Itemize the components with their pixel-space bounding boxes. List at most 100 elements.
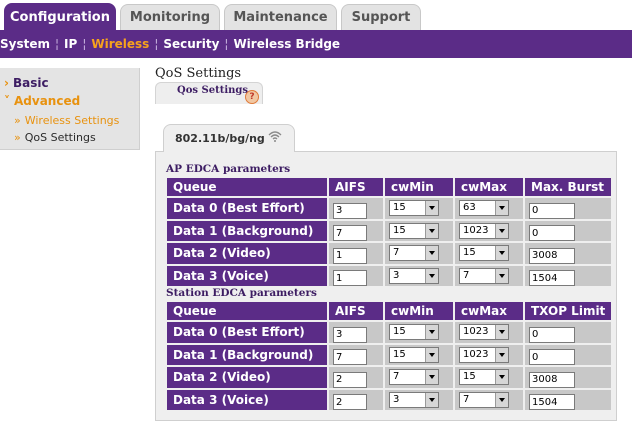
cwmax-select[interactable]: 63	[459, 200, 509, 217]
chevron-down-icon[interactable]	[495, 392, 508, 407]
tab-support[interactable]: Support	[341, 4, 421, 30]
cwmax-value: 7	[463, 393, 470, 405]
cwmax-select[interactable]: 7	[459, 391, 509, 408]
tab-monitoring[interactable]: Monitoring	[120, 4, 220, 30]
aifs-input[interactable]	[333, 394, 367, 410]
chevron-down-icon[interactable]	[495, 347, 508, 362]
aifs-input[interactable]	[333, 270, 367, 286]
aifs-cell	[329, 220, 383, 241]
sidebar-item-qos-settings[interactable]: » QoS Settings	[14, 131, 96, 144]
chevron-down-icon[interactable]	[425, 347, 438, 362]
txop-limit-input[interactable]	[529, 394, 575, 410]
aifs-input[interactable]	[333, 225, 367, 241]
max-burst-input[interactable]	[529, 225, 575, 241]
aifs-input[interactable]	[333, 371, 367, 388]
max-burst-input[interactable]	[529, 270, 575, 286]
cwmin-select[interactable]: 15	[389, 200, 439, 217]
cwmax-select[interactable]: 1023	[459, 324, 509, 341]
aifs-input[interactable]	[333, 247, 367, 264]
cwmin-value: 15	[393, 202, 406, 214]
cwmax-select[interactable]: 15	[459, 245, 509, 262]
sidebar-item-label: Basic	[12, 76, 49, 90]
cwmin-select[interactable]: 15	[389, 324, 439, 341]
chevron-down-icon[interactable]	[425, 268, 438, 283]
tab-maintenance[interactable]: Maintenance	[224, 4, 337, 30]
ap-edca-table: Queue AIFS cwMin cwMax Max. Burst Data 0…	[165, 176, 613, 288]
cwmin-select[interactable]: 3	[389, 391, 439, 408]
help-tab-label: Qos Settings	[177, 85, 249, 96]
aifs-input[interactable]	[333, 326, 367, 343]
table-row: Data 0 (Best Effort) 15 1023	[167, 322, 611, 343]
subnav-wireless-bridge[interactable]: Wireless Bridge	[233, 37, 340, 51]
aifs-input[interactable]	[333, 202, 367, 219]
cwmax-cell: 7	[455, 265, 523, 286]
wifi-icon	[268, 130, 282, 142]
queue-label: Data 1 (Background)	[167, 220, 327, 241]
help-tab[interactable]: Qos Settings ?	[155, 82, 263, 104]
table-row: Data 3 (Voice) 3 7	[167, 265, 611, 286]
chevron-down-icon[interactable]	[495, 223, 508, 238]
cwmin-cell: 3	[385, 389, 453, 410]
top-tab-bar: Configuration Monitoring Maintenance Sup…	[0, 0, 632, 31]
txop-limit-input[interactable]	[529, 349, 575, 365]
chevron-down-icon[interactable]	[425, 201, 438, 216]
cwmin-select[interactable]: 15	[389, 346, 439, 363]
cwmin-value: 7	[393, 371, 400, 383]
chevron-down-icon[interactable]	[425, 370, 438, 385]
cwmin-select[interactable]: 3	[389, 267, 439, 284]
header-txop-limit: TXOP Limit	[525, 302, 611, 320]
station-edca-label: Station EDCA parameters	[166, 287, 317, 299]
chevron-down-icon[interactable]	[495, 325, 508, 340]
aifs-cell	[329, 243, 383, 264]
cwmax-select[interactable]: 7	[459, 267, 509, 284]
aifs-cell	[329, 322, 383, 343]
aifs-cell	[329, 344, 383, 365]
tab-802-11b-bg-ng[interactable]: 802.11b/bg/ng	[163, 124, 295, 152]
subnav-ip[interactable]: IP	[64, 37, 77, 51]
cwmax-select[interactable]: 1023	[459, 346, 509, 363]
chevron-down-icon[interactable]	[495, 246, 508, 261]
chevron-down-icon[interactable]	[495, 268, 508, 283]
sidebar-item-advanced[interactable]: ˅ Advanced	[4, 94, 80, 108]
cwmin-cell: 15	[385, 322, 453, 343]
txop-limit-input[interactable]	[529, 326, 575, 343]
chevron-down-icon[interactable]	[425, 246, 438, 261]
aifs-input[interactable]	[333, 349, 367, 365]
subnav-wireless[interactable]: Wireless	[91, 37, 149, 51]
cwmax-cell: 1023	[455, 322, 523, 343]
txop-limit-cell	[525, 367, 611, 388]
table-header-row: Queue AIFS cwMin cwMax TXOP Limit	[167, 302, 611, 320]
subnav-separator: ¦	[82, 37, 87, 51]
cwmin-select[interactable]: 7	[389, 245, 439, 262]
max-burst-input[interactable]	[529, 202, 575, 219]
sidebar-item-wireless-settings[interactable]: » Wireless Settings	[14, 114, 119, 127]
max-burst-input[interactable]	[529, 247, 575, 264]
txop-limit-cell	[525, 389, 611, 410]
chevron-down-icon[interactable]	[495, 201, 508, 216]
txop-limit-cell	[525, 344, 611, 365]
chevron-down-icon[interactable]	[495, 370, 508, 385]
chevron-down-icon[interactable]	[425, 223, 438, 238]
help-icon[interactable]: ?	[245, 90, 259, 104]
queue-label: Data 1 (Background)	[167, 344, 327, 365]
sub-navigation: System ¦ IP ¦ Wireless ¦ Security ¦ Wire…	[0, 30, 632, 58]
txop-limit-cell	[525, 322, 611, 343]
tab-configuration[interactable]: Configuration	[4, 3, 116, 31]
cwmin-select[interactable]: 15	[389, 222, 439, 239]
subnav-security[interactable]: Security	[163, 37, 219, 51]
cwmin-cell: 15	[385, 198, 453, 219]
sidebar: › Basic ˅ Advanced » Wireless Settings » QoS…	[0, 68, 140, 150]
txop-limit-input[interactable]	[529, 371, 575, 388]
cwmin-select[interactable]: 7	[389, 369, 439, 386]
cwmax-select[interactable]: 1023	[459, 222, 509, 239]
cwmin-cell: 7	[385, 243, 453, 264]
subnav-system[interactable]: System	[0, 37, 50, 51]
chevron-down-icon[interactable]	[425, 392, 438, 407]
cwmax-cell: 15	[455, 367, 523, 388]
cwmax-select[interactable]: 15	[459, 369, 509, 386]
queue-label: Data 0 (Best Effort)	[167, 322, 327, 343]
cwmin-value: 3	[393, 393, 400, 405]
subnav-separator: ¦	[224, 37, 229, 51]
chevron-down-icon[interactable]	[425, 325, 438, 340]
sidebar-item-basic[interactable]: › Basic	[4, 76, 49, 90]
